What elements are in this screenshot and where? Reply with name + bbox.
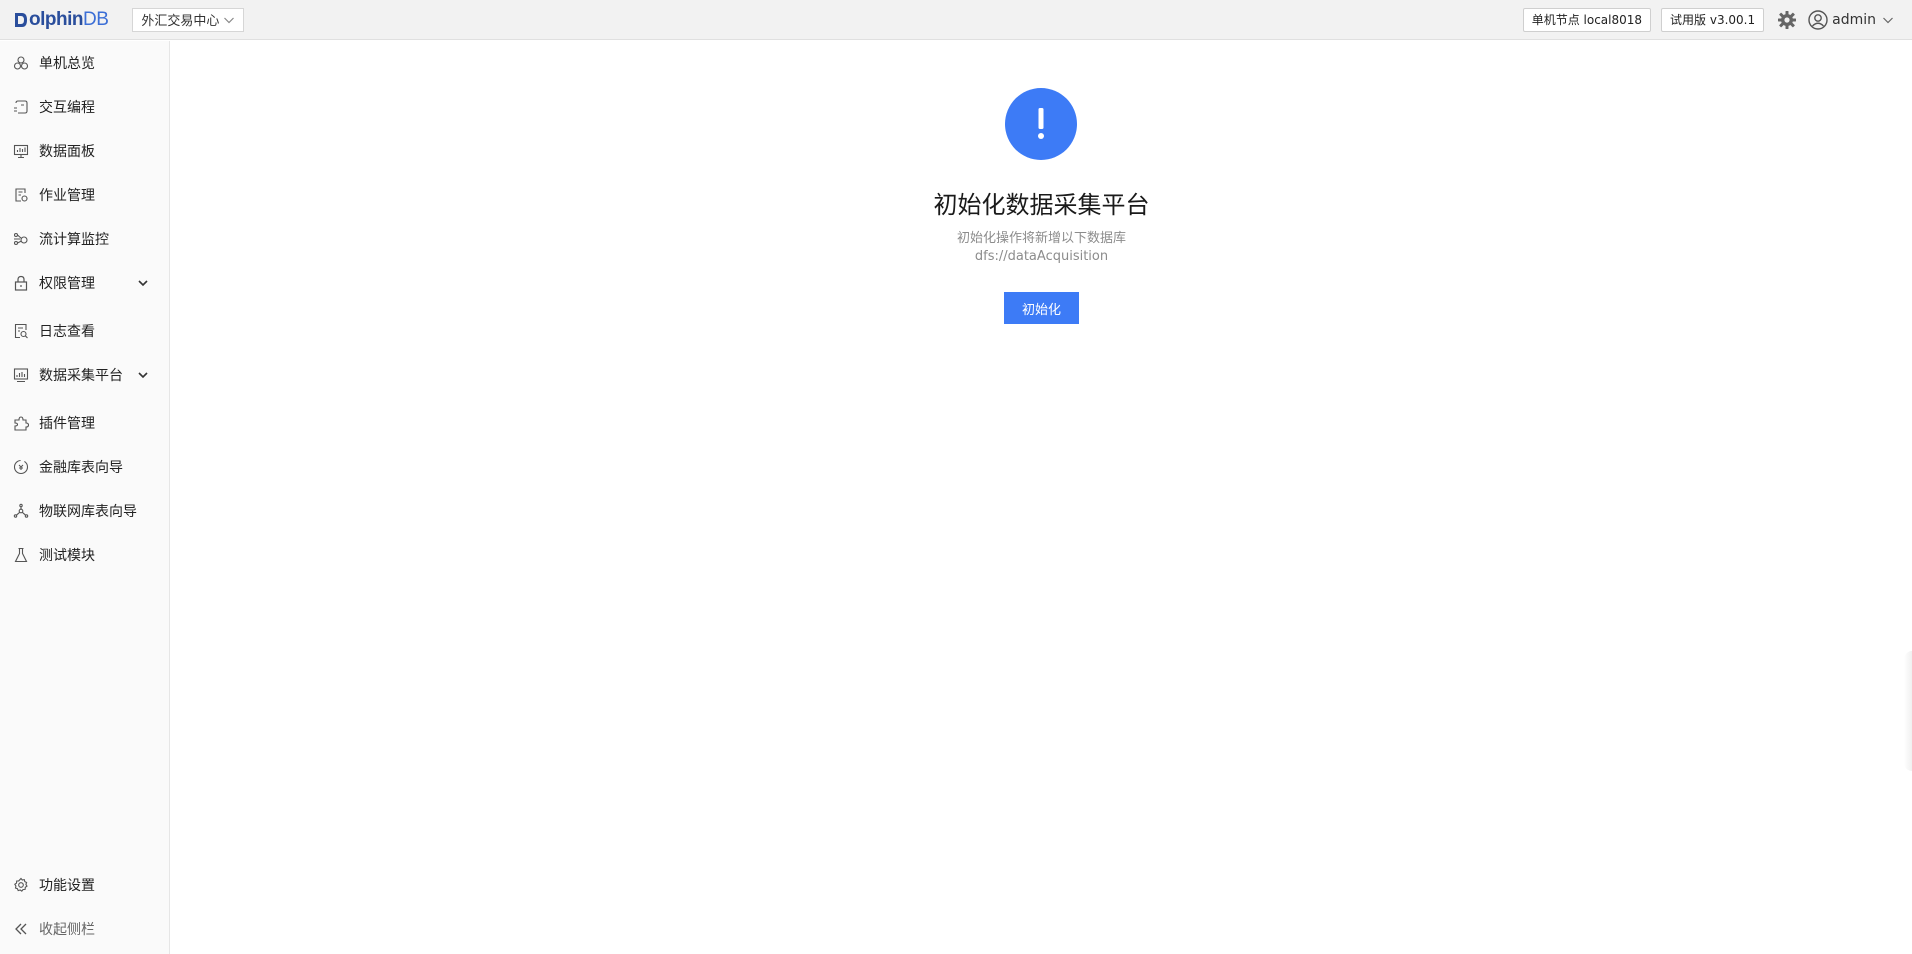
finance-icon bbox=[13, 459, 29, 475]
chevron-down-icon bbox=[1883, 17, 1893, 23]
sidebar-item-label: 物联网库表向导 bbox=[39, 504, 137, 520]
collect-icon bbox=[13, 367, 29, 383]
gear-icon bbox=[1778, 10, 1797, 29]
overview-icon bbox=[13, 55, 29, 71]
collapse-sidebar-label: 收起侧栏 bbox=[39, 922, 95, 938]
log-icon bbox=[13, 323, 29, 339]
sidebar-item-dashboard[interactable]: 数据面板 bbox=[0, 133, 169, 169]
sidebar-item-label: 日志查看 bbox=[39, 324, 95, 340]
sidebar-item-plugins[interactable]: 插件管理 bbox=[0, 405, 169, 441]
lock-icon bbox=[13, 275, 29, 291]
job-icon bbox=[13, 187, 29, 203]
sidebar-item-label: 测试模块 bbox=[39, 548, 95, 564]
sidebar-item-logs[interactable]: 日志查看 bbox=[0, 313, 169, 349]
sidebar-item-label: 权限管理 bbox=[39, 276, 95, 292]
sidebar-item-feature-settings[interactable]: 功能设置 bbox=[0, 867, 169, 903]
dolphindb-logo[interactable]: olphin DB bbox=[14, 8, 109, 32]
sidebar-item-label: 数据采集平台 bbox=[39, 368, 123, 384]
initialize-button[interactable]: 初始化 bbox=[1004, 292, 1079, 324]
sidebar-item-finance-wizard[interactable]: 金融库表向导 bbox=[0, 449, 169, 485]
collapse-sidebar-button[interactable]: 收起侧栏 bbox=[0, 911, 169, 947]
sidebar: 单机总览 交互编程 数据面板 作业管理 流计算监控 权限管理 日志查看 数据采集… bbox=[0, 41, 170, 954]
settings-gear-button[interactable] bbox=[1776, 9, 1798, 31]
sidebar-item-test-module[interactable]: 测试模块 bbox=[0, 537, 169, 573]
user-menu[interactable]: admin bbox=[1808, 9, 1894, 30]
cluster-select[interactable]: 外汇交易中心 bbox=[132, 7, 245, 32]
logo-db-text: DB bbox=[82, 8, 109, 30]
header-right: 单机节点 local8018 试用版 v3.00.1 admin bbox=[1513, 7, 1894, 32]
plugin-icon bbox=[13, 415, 29, 431]
sidebar-item-label: 金融库表向导 bbox=[39, 460, 123, 476]
chevron-down-icon bbox=[138, 372, 148, 379]
iot-icon bbox=[13, 503, 29, 519]
sidebar-item-label: 插件管理 bbox=[39, 416, 95, 432]
stream-icon bbox=[13, 231, 29, 247]
sidebar-item-label: 功能设置 bbox=[39, 878, 95, 894]
sidebar-item-label: 单机总览 bbox=[39, 56, 95, 72]
sidebar-item-permissions[interactable]: 权限管理 bbox=[0, 265, 169, 301]
chevron-down-icon bbox=[224, 17, 235, 23]
user-avatar-icon bbox=[1808, 9, 1828, 30]
version-badge[interactable]: 试用版 v3.00.1 bbox=[1661, 7, 1765, 32]
chevron-down-icon bbox=[138, 280, 148, 287]
cluster-select-value: 外汇交易中心 bbox=[141, 14, 220, 29]
page-title: 初始化数据采集平台 bbox=[933, 191, 1150, 219]
node-badge[interactable]: 单机节点 local8018 bbox=[1522, 7, 1652, 32]
sidebar-item-label: 作业管理 bbox=[39, 188, 95, 204]
user-name: admin bbox=[1832, 11, 1876, 28]
double-chevron-left-icon bbox=[13, 921, 29, 937]
sidebar-item-overview[interactable]: 单机总览 bbox=[0, 45, 169, 81]
sidebar-item-label: 交互编程 bbox=[39, 100, 95, 116]
sidebar-item-label: 数据面板 bbox=[39, 144, 95, 160]
dashboard-icon bbox=[13, 143, 29, 159]
sidebar-item-stream[interactable]: 流计算监控 bbox=[0, 221, 169, 257]
edge-shadow bbox=[1904, 651, 1912, 771]
shell-icon bbox=[13, 99, 29, 115]
top-header: olphin DB 外汇交易中心 单机节点 local8018 试用版 v3.00… bbox=[0, 0, 1912, 40]
result-subtitle: 初始化操作将新增以下数据库 bbox=[956, 231, 1126, 246]
exclamation-icon bbox=[1038, 108, 1044, 139]
sidebar-item-iot-wizard[interactable]: 物联网库表向导 bbox=[0, 493, 169, 529]
sidebar-item-label: 流计算监控 bbox=[39, 232, 109, 248]
warning-icon bbox=[1005, 88, 1077, 160]
flask-icon bbox=[13, 547, 29, 563]
logo-mark-icon bbox=[15, 12, 27, 27]
database-path: dfs://dataAcquisition bbox=[974, 249, 1109, 264]
main-content: 初始化数据采集平台 初始化操作将新增以下数据库 dfs://dataAcquis… bbox=[171, 41, 1912, 954]
sidebar-item-data-collection[interactable]: 数据采集平台 bbox=[0, 357, 169, 393]
gear-icon bbox=[13, 877, 29, 893]
sidebar-item-jobs[interactable]: 作业管理 bbox=[0, 177, 169, 213]
logo-text: olphin bbox=[29, 8, 83, 30]
sidebar-item-shell[interactable]: 交互编程 bbox=[0, 89, 169, 125]
